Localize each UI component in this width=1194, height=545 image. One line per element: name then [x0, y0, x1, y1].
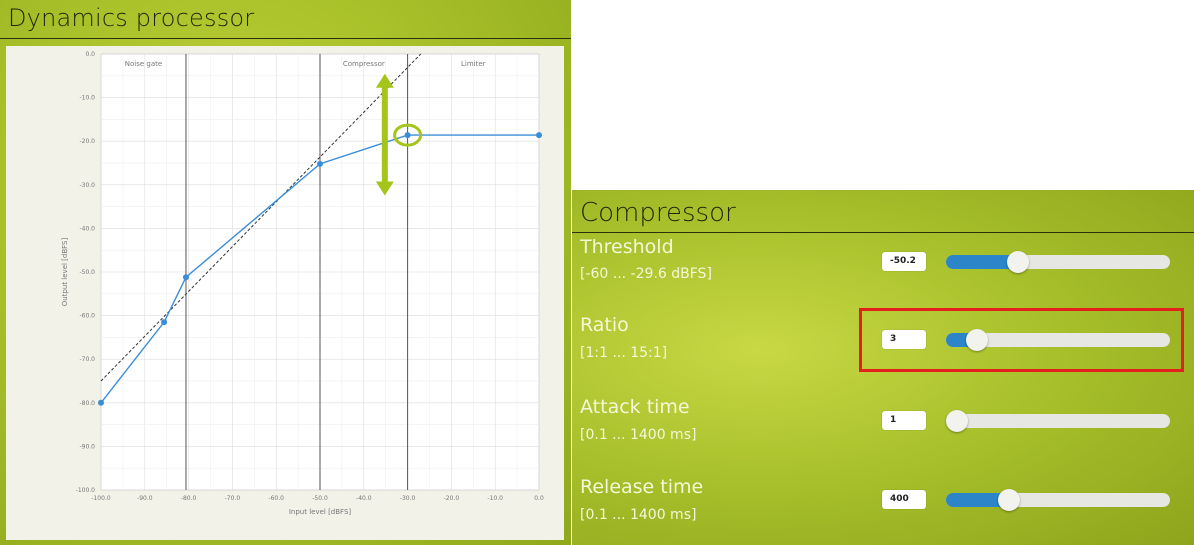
threshold-slider[interactable] [946, 251, 1170, 273]
threshold-slider-thumb[interactable] [1006, 251, 1029, 273]
y-tick-label: -100.0 [76, 487, 96, 494]
attack-time-slider-thumb[interactable] [946, 410, 968, 432]
y-tick-label: -60.0 [79, 313, 95, 320]
x-axis-title: Input level [dBFS] [289, 508, 352, 516]
threshold-value-field[interactable]: -50.2 [882, 252, 926, 271]
transfer-curve-chart[interactable]: Noise gate Compressor Limiter -100.0 -90.0 -8… [6, 46, 564, 540]
x-tick-label: -30.0 [400, 495, 416, 502]
curve-control-point[interactable] [98, 399, 104, 406]
y-tick-label: -40.0 [79, 225, 95, 232]
x-tick-label: 0.0 [534, 495, 544, 502]
x-tick-label: -90.0 [137, 495, 153, 502]
ratio-highlight-box [859, 308, 1184, 372]
release-time-slider-thumb[interactable] [997, 489, 1020, 511]
curve-control-point[interactable] [536, 132, 542, 139]
y-tick-label: 0.0 [85, 51, 95, 58]
dynamics-processor-panel: Dynamics processor Noise gate Compressor L… [0, 0, 571, 545]
region-label: Limiter [461, 60, 486, 68]
attack-time-range: [0.1 ... 1400 ms] [580, 427, 697, 443]
x-tick-label: -70.0 [225, 495, 241, 502]
release-time-label: Release time [580, 476, 704, 498]
compressor-panel: Compressor Threshold [-60 ... -29.6 dBFS… [572, 190, 1194, 545]
curve-control-point[interactable] [182, 274, 189, 281]
curve-control-point[interactable] [404, 132, 411, 139]
x-tick-label: -20.0 [444, 495, 460, 502]
attack-time-label: Attack time [580, 396, 690, 418]
x-tick-label: -80.0 [181, 495, 197, 502]
ratio-label: Ratio [580, 314, 629, 336]
compressor-divider [572, 232, 1194, 233]
double-arrow-shaft [381, 85, 388, 184]
release-time-value-field[interactable]: 400 [882, 490, 926, 509]
threshold-range: [-60 ... -29.6 dBFS] [580, 266, 712, 282]
attack-time-value-field[interactable]: 1 [882, 411, 926, 430]
x-tick-label: -10.0 [487, 495, 503, 502]
compressor-title: Compressor [580, 198, 736, 228]
dynamics-title: Dynamics processor [8, 4, 255, 32]
y-tick-label: -80.0 [79, 400, 95, 407]
y-axis-title: Output level [dBFS] [61, 238, 69, 307]
x-tick-label: -40.0 [356, 495, 372, 502]
x-tick-label: -100.0 [91, 495, 111, 502]
y-tick-label: -70.0 [79, 356, 95, 363]
y-tick-label: -50.0 [79, 269, 95, 276]
release-time-slider[interactable] [946, 489, 1170, 511]
title-divider [0, 38, 571, 39]
x-tick-label: -60.0 [268, 495, 284, 502]
attack-time-slider[interactable] [946, 410, 1170, 432]
y-tick-label: -90.0 [79, 443, 95, 450]
chart-svg[interactable]: Noise gate Compressor Limiter -100.0 -90.0 -8… [6, 46, 564, 540]
curve-control-point[interactable] [317, 160, 323, 167]
x-tick-label: -50.0 [312, 495, 328, 502]
ratio-range: [1:1 ... 15:1] [580, 345, 668, 361]
curve-control-point[interactable] [161, 319, 168, 326]
y-tick-label: -20.0 [79, 138, 95, 145]
y-tick-label: -10.0 [79, 95, 95, 102]
region-label: Compressor [343, 60, 385, 68]
y-tick-label: -30.0 [79, 182, 95, 189]
region-label: Noise gate [125, 60, 162, 68]
release-time-range: [0.1 ... 1400 ms] [580, 507, 697, 523]
threshold-label: Threshold [580, 236, 674, 258]
